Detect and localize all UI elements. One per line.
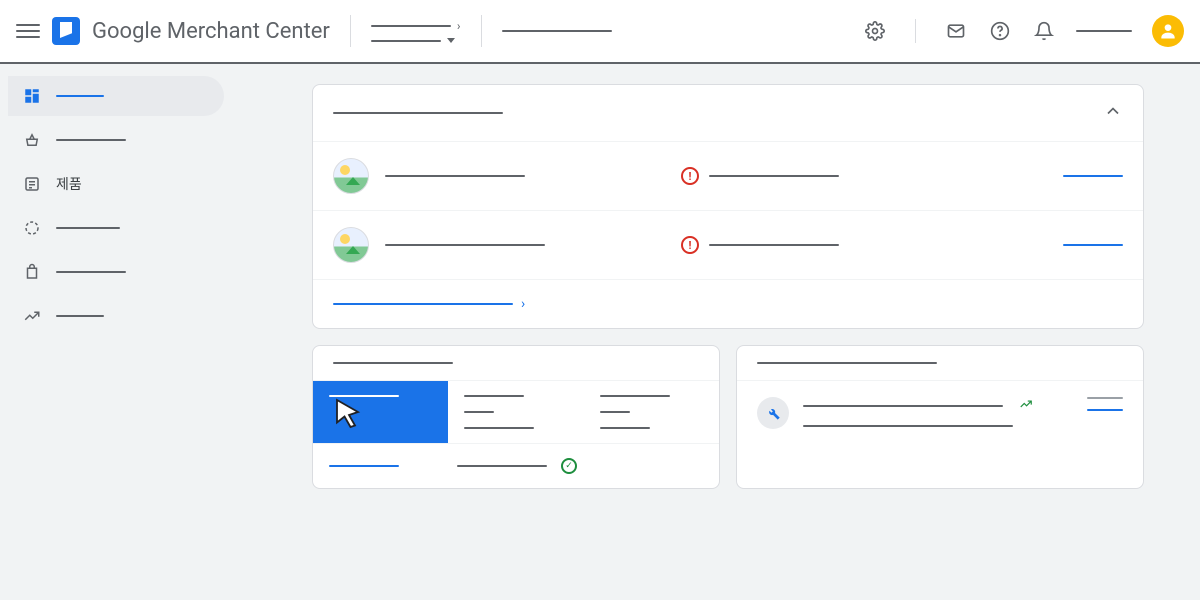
metric-tab[interactable] xyxy=(584,381,719,443)
divider xyxy=(481,15,482,47)
issue-status-text xyxy=(709,244,839,246)
sidebar-item-label xyxy=(56,271,126,273)
metric-title xyxy=(464,395,524,397)
error-icon: ! xyxy=(681,167,699,185)
divider xyxy=(915,19,916,43)
user-avatar-button[interactable] xyxy=(1152,15,1184,47)
person-icon xyxy=(1158,21,1178,41)
metric-tab[interactable] xyxy=(448,381,583,443)
sidebar-item-label xyxy=(56,315,104,317)
issues-card-footer-link[interactable]: › xyxy=(313,279,1143,328)
wrench-icon xyxy=(757,397,789,429)
settings-button[interactable] xyxy=(863,19,887,43)
notifications-button[interactable] xyxy=(1032,19,1056,43)
issue-status-text xyxy=(709,175,839,177)
issue-row[interactable]: ! xyxy=(313,210,1143,279)
metric-subvalue xyxy=(600,427,650,429)
header-actions xyxy=(863,15,1184,47)
sidebar-item-growth[interactable] xyxy=(8,296,224,336)
footer-link-text xyxy=(333,303,513,305)
caret-down-icon xyxy=(447,38,455,43)
cursor-icon xyxy=(331,397,367,433)
sidebar-item-performance[interactable] xyxy=(8,208,224,248)
check-circle-icon: ✓ xyxy=(561,458,577,474)
issues-card: ! ! › xyxy=(312,84,1144,329)
chevron-right-icon: › xyxy=(521,296,525,312)
sidebar-item-label xyxy=(56,95,104,97)
account-label[interactable] xyxy=(1076,30,1132,32)
help-button[interactable] xyxy=(988,19,1012,43)
card-title xyxy=(333,112,503,114)
app-title: Google Merchant Center xyxy=(92,19,330,44)
optimization-meta xyxy=(1087,397,1123,399)
card-title xyxy=(333,362,453,364)
collapse-button[interactable] xyxy=(1103,101,1123,125)
error-icon: ! xyxy=(681,236,699,254)
sidebar-item-label xyxy=(56,139,126,141)
optimization-line2 xyxy=(803,425,1013,427)
chevron-up-icon xyxy=(1103,101,1123,121)
header-context-label xyxy=(502,30,612,32)
product-thumbnail-icon xyxy=(333,227,369,263)
issue-name xyxy=(385,244,545,246)
app-header: Google Merchant Center › xyxy=(0,0,1200,64)
optimization-item[interactable] xyxy=(737,380,1143,445)
metric-value xyxy=(464,411,494,413)
card-title xyxy=(757,362,937,364)
sidebar-item-label: 제품 xyxy=(56,174,82,194)
metrics-footer: ✓ xyxy=(313,443,719,488)
basket-icon xyxy=(22,130,42,150)
issues-card-header xyxy=(313,85,1143,141)
bag-icon xyxy=(22,262,42,282)
metrics-card: ✓ xyxy=(312,345,720,489)
optimization-card xyxy=(736,345,1144,489)
optimization-line1 xyxy=(803,405,1003,407)
circle-dashed-icon xyxy=(22,218,42,238)
sidebar-item-label xyxy=(56,227,120,229)
metrics-card-header xyxy=(313,346,719,380)
trend-up-icon xyxy=(1019,397,1033,415)
metric-subvalue xyxy=(464,427,534,429)
menu-toggle-button[interactable] xyxy=(16,19,40,43)
sidebar-item-overview[interactable] xyxy=(8,76,224,116)
help-icon xyxy=(990,21,1010,41)
list-icon xyxy=(22,174,42,194)
issue-name xyxy=(385,175,525,177)
sidebar-nav: 제품 xyxy=(0,64,232,600)
merchant-center-logo-icon xyxy=(52,17,80,45)
metric-title xyxy=(600,395,670,397)
mail-button[interactable] xyxy=(944,19,968,43)
chevron-right-icon: › xyxy=(457,19,461,33)
issue-action-link[interactable] xyxy=(1063,175,1123,177)
issue-row[interactable]: ! xyxy=(313,141,1143,210)
metrics-footer-label xyxy=(457,465,547,467)
divider xyxy=(350,15,351,47)
bell-icon xyxy=(1034,21,1054,41)
gear-icon xyxy=(865,21,885,41)
main-content: ! ! › xyxy=(232,64,1200,600)
sidebar-item-products[interactable]: 제품 xyxy=(8,164,224,204)
metrics-footer-link[interactable] xyxy=(329,465,399,467)
mail-icon xyxy=(946,21,966,41)
sidebar-item-orders[interactable] xyxy=(8,252,224,292)
metric-tab-active[interactable] xyxy=(313,381,448,443)
metric-value xyxy=(600,411,630,413)
sidebar-item-shopping[interactable] xyxy=(8,120,224,160)
metrics-tabs xyxy=(313,380,719,443)
product-thumbnail-icon xyxy=(333,158,369,194)
issue-action-link[interactable] xyxy=(1063,244,1123,246)
optimization-card-header xyxy=(737,346,1143,380)
dashboard-icon xyxy=(22,86,42,106)
optimization-action-link[interactable] xyxy=(1087,409,1123,411)
trending-icon xyxy=(22,306,42,326)
account-selector-dropdown[interactable]: › xyxy=(371,19,461,43)
